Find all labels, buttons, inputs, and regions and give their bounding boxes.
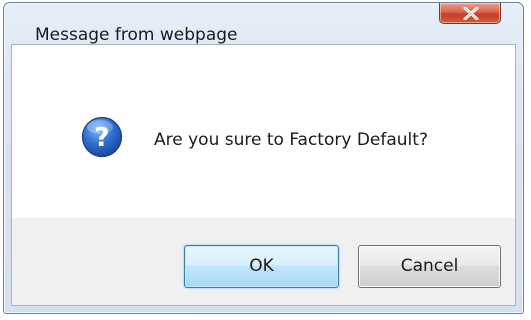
title-bar[interactable]: Message from webpage	[4, 3, 523, 45]
dialog-content: ? Are you sure to Factory Default? OK Ca…	[11, 44, 516, 306]
dialog-title: Message from webpage	[35, 25, 238, 45]
cancel-button[interactable]: Cancel	[358, 245, 501, 288]
close-button[interactable]	[439, 3, 501, 24]
message-text: Are you sure to Factory Default?	[154, 130, 428, 150]
ok-button[interactable]: OK	[184, 245, 339, 288]
message-dialog: Message from webpage ? Are you sure to F…	[3, 2, 524, 314]
message-area: ? Are you sure to Factory Default?	[12, 45, 515, 218]
close-icon	[463, 7, 479, 20]
question-icon: ?	[81, 116, 123, 158]
svg-text:?: ?	[94, 123, 109, 153]
